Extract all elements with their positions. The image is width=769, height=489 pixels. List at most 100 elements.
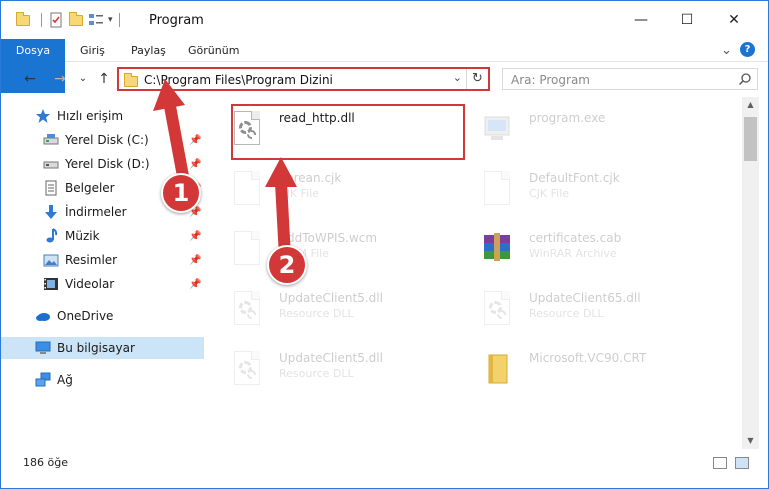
file-item-updateclient65-dll[interactable]: UpdateClient65.dll Resource DLL: [459, 285, 699, 339]
window-title: Program: [149, 13, 204, 28]
vertical-scrollbar[interactable]: ▲ ▼: [742, 97, 759, 449]
file-item-certificates-cab[interactable]: certificates.cab WinRAR Archive: [459, 225, 699, 279]
documents-icon: [43, 180, 59, 196]
file-name: UpdateClient5.dll: [279, 351, 383, 365]
folder-icon: [15, 12, 31, 28]
file-type: Resource DLL: [529, 307, 604, 320]
sidebar-item-videos[interactable]: Videolar 📌: [1, 273, 204, 295]
file-item-read-http-dll[interactable]: read_http.dll: [209, 105, 449, 159]
file-item-program-exe[interactable]: program.exe: [459, 105, 699, 159]
back-button[interactable]: ←: [21, 70, 39, 88]
pin-icon[interactable]: 📌: [189, 255, 201, 266]
file-icon: [481, 171, 513, 211]
pin-icon[interactable]: 📌: [189, 231, 201, 242]
star-icon: [35, 108, 51, 124]
download-icon: [43, 204, 59, 220]
file-name: UpdateClient65.dll: [529, 291, 641, 305]
exe-icon: [481, 111, 513, 151]
sidebar-item-pictures[interactable]: Resimler 📌: [1, 249, 204, 271]
file-item-updateclient5-dll-2[interactable]: UpdateClient5.dll Resource DLL: [209, 345, 449, 399]
details-view-icon[interactable]: [713, 457, 727, 469]
folder-icon: [481, 351, 513, 391]
file-item-addtowpis-wcm[interactable]: AddToWPIS.wcm WCM File: [209, 225, 449, 279]
file-item-updateclient5-dll[interactable]: UpdateClient5.dll Resource DLL: [209, 285, 449, 339]
drive-icon: [43, 156, 59, 172]
file-type: WinRAR Archive: [529, 247, 617, 260]
file-type: CJK File: [529, 187, 570, 200]
sidebar-item-onedrive[interactable]: OneDrive: [1, 305, 204, 327]
tab-share[interactable]: Paylaş: [120, 39, 177, 62]
sidebar-item-label: Bu bilgisayar: [57, 341, 135, 355]
sidebar-item-label: İndirmeler: [65, 205, 127, 219]
search-input[interactable]: Ara: Program: [502, 68, 758, 90]
sidebar-item-label: Yerel Disk (D:): [65, 157, 150, 171]
new-folder-icon[interactable]: [68, 12, 84, 28]
file-type: Resource DLL: [279, 307, 354, 320]
dll-icon: [481, 291, 513, 331]
sidebar-item-label: Belgeler: [65, 181, 115, 195]
ribbon-tabs: Dosya Giriş Paylaş Görünüm ⌄ ?: [1, 39, 768, 93]
help-icon[interactable]: ?: [740, 42, 755, 57]
status-bar: 186 öğe: [1, 451, 768, 488]
title-bar: ▾ Program — ☐ ✕: [1, 1, 768, 39]
large-icons-view-icon[interactable]: [735, 457, 749, 469]
view-options-icon[interactable]: [88, 12, 104, 28]
computer-icon: [35, 340, 51, 356]
sidebar-item-this-pc[interactable]: Bu bilgisayar: [1, 337, 204, 359]
search-placeholder: Ara: Program: [511, 73, 590, 87]
quick-access-toolbar: ▾: [15, 11, 126, 29]
ribbon-expand-icon[interactable]: ⌄: [710, 39, 743, 62]
sidebar-item-music[interactable]: Müzik 📌: [1, 225, 204, 247]
file-name: certificates.cab: [529, 231, 622, 245]
scroll-up-icon[interactable]: ▲: [742, 97, 759, 113]
scroll-down-icon[interactable]: ▼: [742, 433, 759, 449]
item-count: 186 öğe: [23, 456, 68, 469]
file-icon: [231, 171, 263, 211]
forward-button[interactable]: →: [51, 70, 69, 88]
file-item-defaultfont-cjk[interactable]: DefaultFont.cjk CJK File: [459, 165, 699, 219]
dll-icon: [231, 111, 263, 151]
step-1-badge: 1: [161, 173, 201, 213]
videos-icon: [43, 276, 59, 292]
sidebar-item-label: Hızlı erişim: [57, 109, 124, 123]
file-name: Microsoft.VC90.CRT: [529, 351, 647, 365]
refresh-button[interactable]: ↻: [466, 69, 488, 89]
recent-locations-icon[interactable]: ⌄: [77, 70, 89, 88]
customize-chevron-icon[interactable]: ▾: [108, 15, 113, 25]
network-icon: [35, 372, 51, 388]
file-icon: [231, 231, 263, 271]
sidebar-item-label: Yerel Disk (C:): [65, 133, 149, 147]
folder-icon: [123, 73, 139, 87]
file-name: read_http.dll: [279, 111, 355, 125]
maximize-button[interactable]: ☐: [664, 1, 710, 39]
divider: [41, 13, 42, 27]
sidebar-item-network[interactable]: Ağ: [1, 369, 204, 391]
archive-icon: [481, 231, 513, 271]
pin-icon[interactable]: 📌: [189, 279, 201, 290]
file-item-microsoft-vc90-crt[interactable]: Microsoft.VC90.CRT: [459, 345, 699, 399]
sidebar-item-label: OneDrive: [57, 309, 114, 323]
sidebar-item-label: Videolar: [65, 277, 115, 291]
sidebar-item-label: Resimler: [65, 253, 118, 267]
tab-view[interactable]: Görünüm: [177, 39, 250, 62]
file-name: program.exe: [529, 111, 606, 125]
dll-icon: [231, 351, 263, 391]
search-icon: [739, 73, 751, 85]
up-button[interactable]: ↑: [95, 70, 113, 88]
step-2-badge: 2: [267, 245, 307, 285]
tab-home[interactable]: Giriş: [69, 39, 116, 62]
properties-icon[interactable]: [48, 12, 64, 28]
close-button[interactable]: ✕: [711, 1, 757, 39]
address-dropdown-icon[interactable]: ⌄: [453, 71, 462, 84]
navigation-bar: ← → ⌄ ↑ C:\Program Files\Program Dizini …: [1, 62, 768, 96]
file-type: Resource DLL: [279, 367, 354, 380]
drive-icon: [43, 132, 59, 148]
dll-icon: [231, 291, 263, 331]
file-item-korean-cjk[interactable]: Korean.cjk CJK File: [209, 165, 449, 219]
minimize-button[interactable]: —: [618, 1, 664, 39]
scroll-thumb[interactable]: [744, 117, 757, 161]
file-name: DefaultFont.cjk: [529, 171, 620, 185]
cloud-icon: [35, 308, 51, 324]
music-icon: [43, 228, 59, 244]
file-name: UpdateClient5.dll: [279, 291, 383, 305]
